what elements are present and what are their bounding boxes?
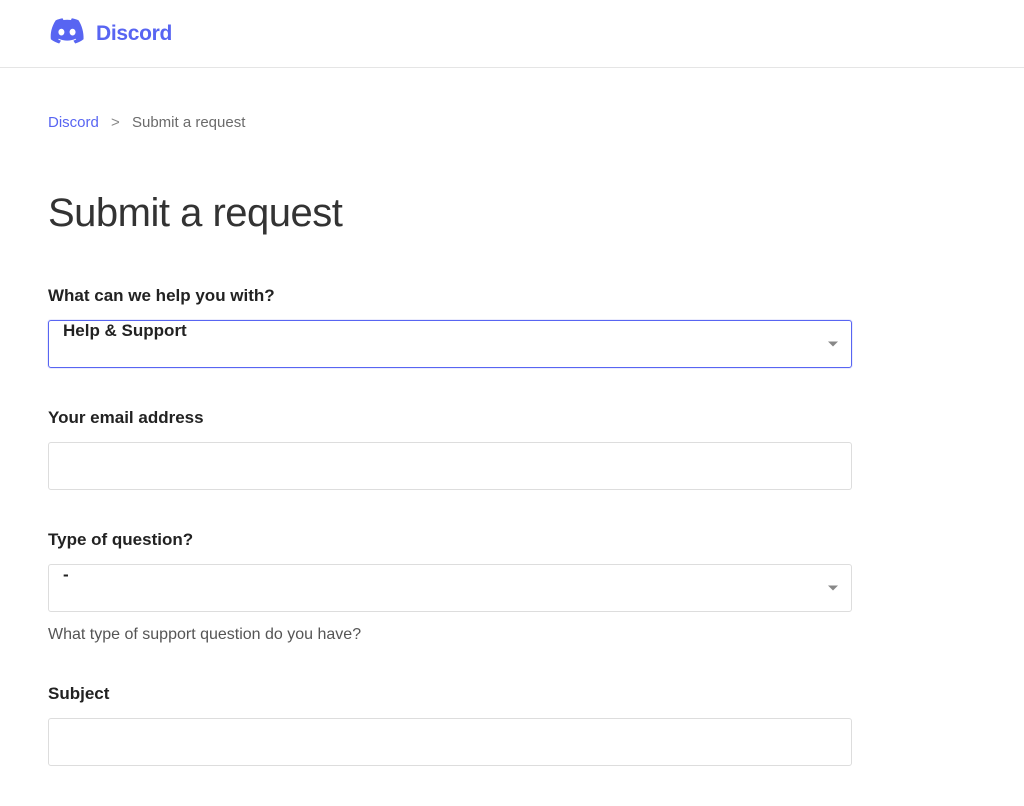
question-type-label: Type of question?: [48, 530, 852, 550]
breadcrumb-home-link[interactable]: Discord: [48, 114, 99, 131]
question-type-hint: What type of support question do you hav…: [48, 626, 852, 644]
help-with-select[interactable]: Help & Support: [48, 320, 852, 368]
brand-name: Discord: [96, 22, 172, 46]
breadcrumb-separator: >: [111, 114, 120, 131]
question-type-select[interactable]: -: [48, 564, 852, 612]
subject-group: Subject: [48, 684, 852, 766]
help-with-label: What can we help you with?: [48, 286, 852, 306]
email-group: Your email address: [48, 408, 852, 490]
brand-logo[interactable]: Discord: [50, 18, 974, 49]
breadcrumb-current: Submit a request: [132, 114, 245, 131]
main-content: Discord > Submit a request Submit a requ…: [0, 68, 900, 766]
header: Discord: [0, 0, 1024, 68]
email-label: Your email address: [48, 408, 852, 428]
breadcrumb: Discord > Submit a request: [48, 114, 852, 131]
email-field[interactable]: [48, 442, 852, 490]
subject-label: Subject: [48, 684, 852, 704]
question-type-group: Type of question? - What type of support…: [48, 530, 852, 644]
help-with-group: What can we help you with? Help & Suppor…: [48, 286, 852, 368]
page-title: Submit a request: [48, 191, 852, 236]
discord-icon: [50, 18, 84, 49]
subject-field[interactable]: [48, 718, 852, 766]
